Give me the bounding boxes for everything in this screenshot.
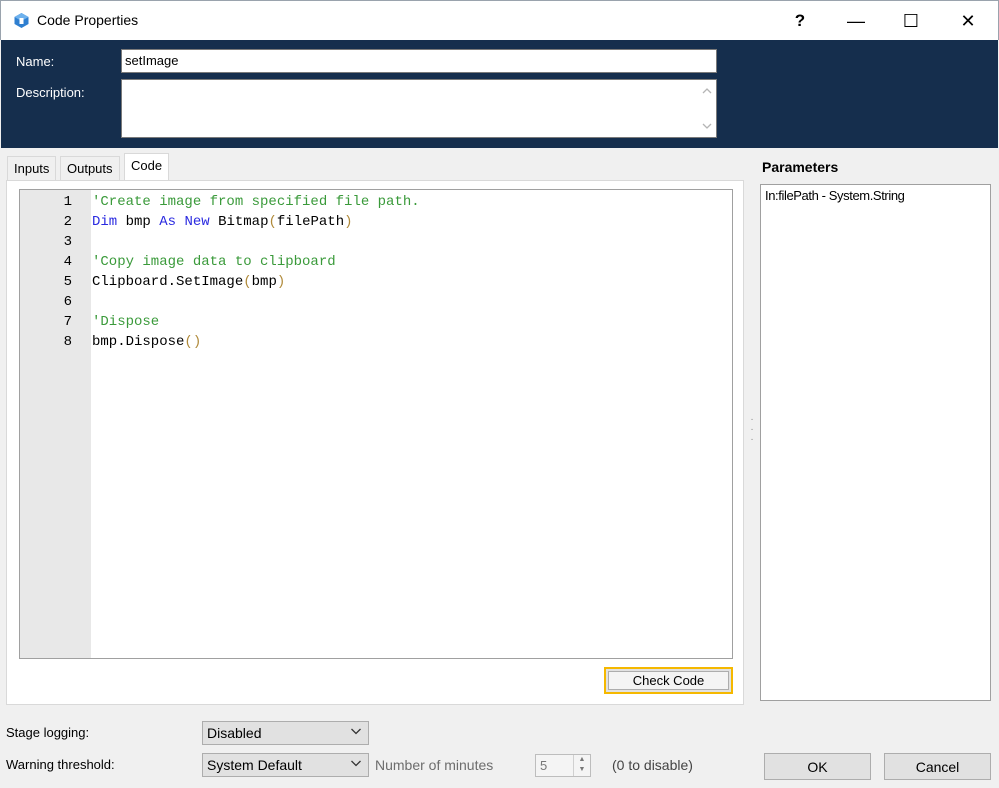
code-line[interactable]: 7 'Dispose: [20, 312, 732, 332]
code-line[interactable]: 5 Clipboard.SetImage(bmp): [20, 272, 732, 292]
parameters-title: Parameters: [762, 159, 839, 175]
properties-header: Name: setImage Description:: [1, 40, 998, 148]
warning-threshold-select[interactable]: System Default: [202, 753, 369, 777]
code-line[interactable]: 2 Dim bmp As New Bitmap(filePath): [20, 212, 732, 232]
close-button[interactable]: ✕: [939, 1, 997, 41]
stage-logging-select[interactable]: Disabled: [202, 721, 369, 745]
code-editor[interactable]: 1 'Create image from specified file path.…: [19, 189, 733, 659]
description-label: Description:: [16, 85, 85, 100]
line-number: 4: [63, 254, 72, 270]
code-token: ): [276, 274, 286, 290]
line-number: 2: [63, 214, 72, 230]
line-number: 1: [63, 194, 72, 210]
code-token: Dim: [92, 214, 118, 230]
code-token: 'Copy image data to clipboard: [92, 254, 336, 270]
name-input[interactable]: setImage: [121, 49, 717, 73]
maximize-button[interactable]: ☐: [882, 1, 940, 41]
stage-logging-value: Disabled: [207, 725, 262, 741]
code-token: (: [268, 214, 277, 230]
line-number: 3: [63, 234, 72, 250]
code-line[interactable]: 6: [20, 292, 732, 312]
minimize-button[interactable]: —: [827, 1, 885, 41]
warning-threshold-value: System Default: [207, 757, 302, 773]
code-token: bmp: [117, 214, 160, 230]
description-input[interactable]: [121, 79, 717, 138]
code-token: Clipboard.SetImage: [92, 274, 244, 290]
code-token: ): [344, 214, 353, 230]
disable-hint: (0 to disable): [612, 757, 693, 773]
line-number: 7: [63, 314, 72, 330]
chevron-down-icon: [350, 757, 362, 772]
code-text: Dim bmp As New Bitmap(filePath): [92, 212, 353, 232]
code-text: 'Dispose: [92, 312, 159, 332]
description-scrollbar[interactable]: [698, 80, 716, 137]
parameters-list[interactable]: In:filePath - System.String: [760, 184, 991, 701]
code-token: 'Dispose: [92, 314, 160, 330]
code-text: bmp.Dispose(): [92, 332, 201, 352]
code-token: (: [243, 274, 252, 290]
chevron-down-icon: [350, 725, 362, 740]
help-button[interactable]: ?: [771, 1, 829, 41]
code-text: Clipboard.SetImage(bmp): [92, 272, 285, 292]
tab-outputs[interactable]: Outputs: [60, 156, 120, 180]
app-icon: [14, 13, 29, 28]
description-text: [122, 80, 716, 86]
ok-button[interactable]: OK: [764, 753, 871, 780]
code-token: filePath: [276, 214, 345, 230]
tab-inputs[interactable]: Inputs: [7, 156, 57, 180]
code-text: 'Create image from specified file path.: [92, 192, 420, 212]
code-line[interactable]: 3: [20, 232, 732, 252]
spin-arrows-icon[interactable]: ▲ ▼: [573, 755, 590, 776]
code-token: bmp.Dispose: [92, 334, 185, 350]
code-tab-panel: 1 'Create image from specified file path.…: [6, 180, 744, 705]
code-line[interactable]: 4 'Copy image data to clipboard: [20, 252, 732, 272]
window-title: Code Properties: [37, 12, 139, 28]
check-code-label: Check Code: [608, 671, 729, 690]
code-token: Bitmap: [209, 214, 269, 230]
line-number: 8: [63, 334, 72, 350]
code-token: As: [159, 214, 177, 230]
name-label: Name:: [16, 54, 55, 69]
chevron-up-icon[interactable]: [702, 86, 712, 96]
splitter-handle[interactable]: · · ·: [750, 415, 754, 445]
number-of-minutes-label: Number of minutes: [375, 757, 494, 773]
code-text: 'Copy image data to clipboard: [92, 252, 336, 272]
minutes-spinner[interactable]: 5 ▲ ▼: [535, 754, 591, 777]
code-token: (): [184, 334, 202, 350]
chevron-down-icon[interactable]: [702, 121, 712, 131]
stage-logging-label: Stage logging:: [6, 725, 90, 740]
tab-code[interactable]: Code: [124, 153, 170, 181]
minutes-value: 5: [540, 758, 548, 773]
line-number: 6: [63, 294, 72, 310]
title-bar: Code Properties ? — ☐ ✕: [0, 0, 999, 40]
check-code-button[interactable]: Check Code: [604, 667, 733, 694]
warning-threshold-label: Warning threshold:: [6, 757, 115, 772]
code-line[interactable]: 8 bmp.Dispose(): [20, 332, 732, 352]
line-number: 5: [63, 274, 72, 290]
code-token: 'Create image from specified file path.: [92, 194, 420, 210]
code-line[interactable]: 1 'Create image from specified file path.: [20, 192, 732, 212]
cancel-button[interactable]: Cancel: [884, 753, 991, 780]
code-token: bmp: [251, 274, 277, 290]
parameter-item[interactable]: In:filePath - System.String: [765, 188, 905, 203]
code-token: New: [184, 214, 210, 230]
